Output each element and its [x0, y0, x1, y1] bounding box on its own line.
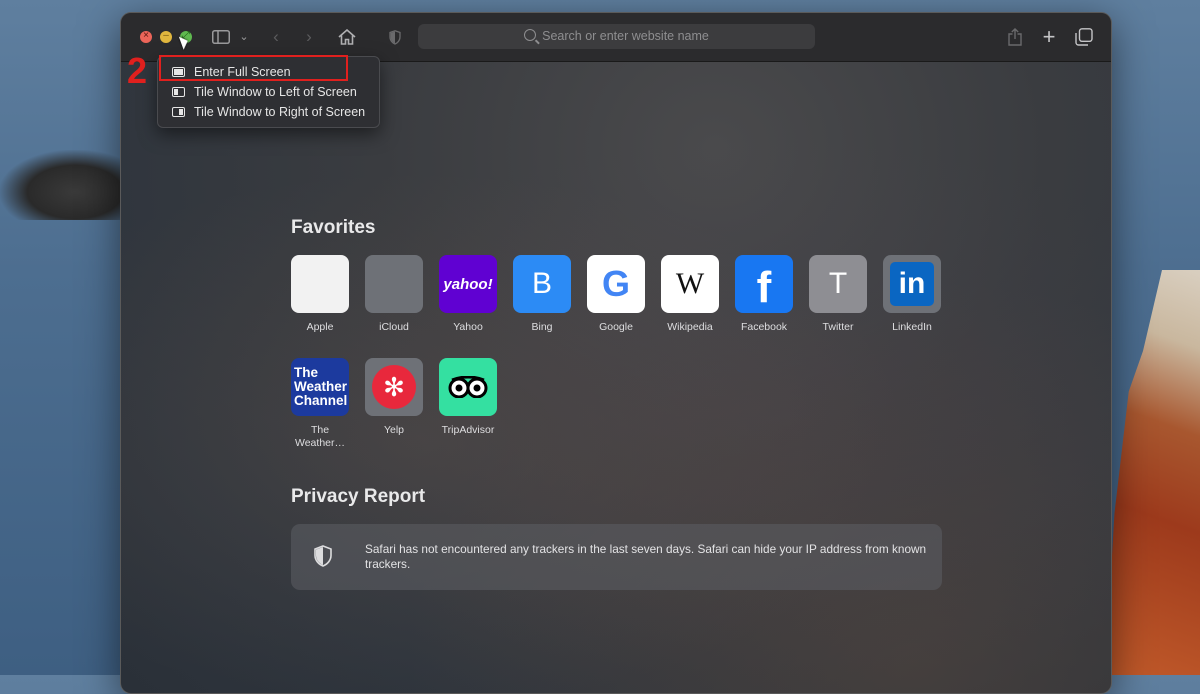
annotation-step-number: 2 [127, 50, 148, 91]
privacy-shield-button[interactable] [386, 25, 404, 49]
favorite-tile-twitter[interactable]: T Twitter [801, 255, 875, 355]
tile-right-icon [172, 107, 185, 117]
favorite-icon: The Weather Channel [291, 358, 349, 416]
favorite-label: TripAdvisor [441, 424, 495, 436]
owl-eyes-icon [448, 375, 488, 399]
back-button[interactable]: ‹ [266, 25, 286, 49]
favorite-glyph: G [601, 263, 630, 304]
favorite-tile-tripadvisor[interactable]: oo TripAdvisor [431, 358, 505, 458]
favorite-glyph: yahoo! [443, 275, 493, 293]
favorite-tile-apple[interactable]: Apple [283, 255, 357, 355]
search-placeholder: Search or enter website name [542, 29, 709, 43]
shield-icon [314, 545, 332, 567]
favorite-tile-facebook[interactable]: f Facebook [727, 255, 801, 355]
favorite-label: Bing [531, 321, 553, 333]
favorite-label: iCloud [379, 321, 409, 333]
favorite-label: Apple [306, 321, 334, 333]
menu-item-label: Tile Window to Left of Screen [194, 85, 357, 99]
favorite-glyph: in [890, 262, 934, 306]
minimize-icon: – [163, 30, 169, 41]
share-icon [1008, 28, 1022, 46]
plus-icon: + [1042, 24, 1056, 49]
favorite-glyph: W [675, 267, 705, 300]
favorite-tile-yelp[interactable]: yelp✻ Yelp [357, 358, 431, 458]
menu-item-tile-right[interactable]: Tile Window to Right of Screen [158, 102, 379, 122]
share-button[interactable] [1004, 25, 1026, 49]
close-icon: × [143, 30, 149, 41]
favorite-glyph: B [531, 267, 552, 300]
sidebar-toggle-button[interactable] [210, 25, 232, 49]
sidebar-icon [212, 30, 230, 44]
favorite-tile-bing[interactable]: B Bing [505, 255, 579, 355]
favorite-icon: B [513, 255, 571, 313]
privacy-report-card[interactable]: Safari has not encountered any trackers … [291, 524, 942, 590]
favorite-icon [291, 255, 349, 313]
favorite-icon: G [587, 255, 645, 313]
favorite-tile-icloud[interactable]: iCloud [357, 255, 431, 355]
favorite-glyph [291, 255, 349, 313]
favorite-glyph: T [828, 267, 848, 300]
chevron-down-icon: ⌄ [239, 31, 249, 43]
favorite-icon: T [809, 255, 867, 313]
favorite-label: The Weather… [295, 424, 345, 449]
chevron-left-icon: ‹ [273, 27, 279, 46]
new-tab-button[interactable]: + [1038, 25, 1060, 49]
tab-overview-button[interactable] [1073, 25, 1095, 49]
search-icon [524, 29, 537, 41]
favorites-heading: Favorites [291, 217, 376, 238]
favorite-icon: in [883, 255, 941, 313]
favorite-icon: yelp✻ [365, 358, 423, 416]
home-button[interactable] [336, 25, 358, 49]
favorite-label: Facebook [740, 321, 788, 333]
tile-left-icon [172, 87, 185, 97]
favorite-glyph: f [756, 263, 772, 312]
address-search-field[interactable]: Search or enter website name [418, 24, 815, 49]
favorite-label: Wikipedia [667, 321, 713, 333]
forward-button[interactable]: › [299, 25, 319, 49]
desktop-wallpaper-cliff [1105, 270, 1200, 675]
close-window-button[interactable]: × [140, 30, 152, 43]
home-icon [338, 28, 356, 45]
favorite-glyph: The Weather Channel [294, 365, 348, 408]
favorite-icon [365, 255, 423, 313]
favorite-tile-the-weather[interactable]: The Weather Channel The Weather… [283, 358, 357, 458]
yelp-burst-icon: ✻ [372, 365, 416, 409]
favorite-label: Twitter [822, 321, 854, 333]
favorite-tile-yahoo[interactable]: yahoo! Yahoo [431, 255, 505, 355]
shield-icon [389, 30, 401, 45]
desktop-wallpaper-rock [0, 150, 125, 220]
sidebar-menu-chevron[interactable]: ⌄ [237, 25, 251, 49]
favorite-glyph [365, 255, 423, 313]
chevron-right-icon: › [306, 27, 312, 46]
favorite-icon: f [735, 255, 793, 313]
privacy-report-message: Safari has not encountered any trackers … [365, 542, 927, 571]
favorite-label: Google [599, 321, 633, 333]
favorite-icon: yahoo! [439, 255, 497, 313]
favorite-tile-google[interactable]: G Google [579, 255, 653, 355]
favorite-label: Yahoo [453, 321, 483, 333]
tab-overview-icon [1075, 28, 1093, 46]
favorite-icon: W [661, 255, 719, 313]
privacy-report-heading: Privacy Report [291, 486, 426, 507]
favorite-tile-linkedin[interactable]: in LinkedIn [875, 255, 949, 355]
favorite-label: Yelp [383, 424, 405, 436]
favorite-tile-wikipedia[interactable]: W Wikipedia [653, 255, 727, 355]
annotation-highlight-box [159, 55, 348, 81]
menu-item-label: Tile Window to Right of Screen [194, 105, 366, 119]
menu-item-tile-left[interactable]: Tile Window to Left of Screen [158, 82, 379, 102]
favorite-icon: oo [439, 358, 497, 416]
favorite-label: LinkedIn [892, 321, 932, 333]
minimize-window-button[interactable]: – [160, 30, 172, 43]
